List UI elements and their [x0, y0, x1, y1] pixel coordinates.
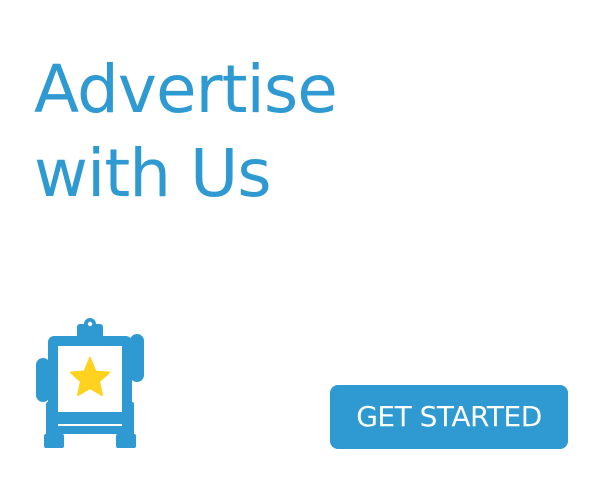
headline: Advertise with Us	[34, 48, 338, 216]
advertise-banner: Advertise with Us GET STARTED	[0, 0, 600, 500]
headline-line-2: with Us	[34, 135, 272, 212]
easel-star-icon	[36, 318, 144, 448]
get-started-button[interactable]: GET STARTED	[330, 385, 568, 449]
headline-line-1: Advertise	[34, 51, 338, 128]
